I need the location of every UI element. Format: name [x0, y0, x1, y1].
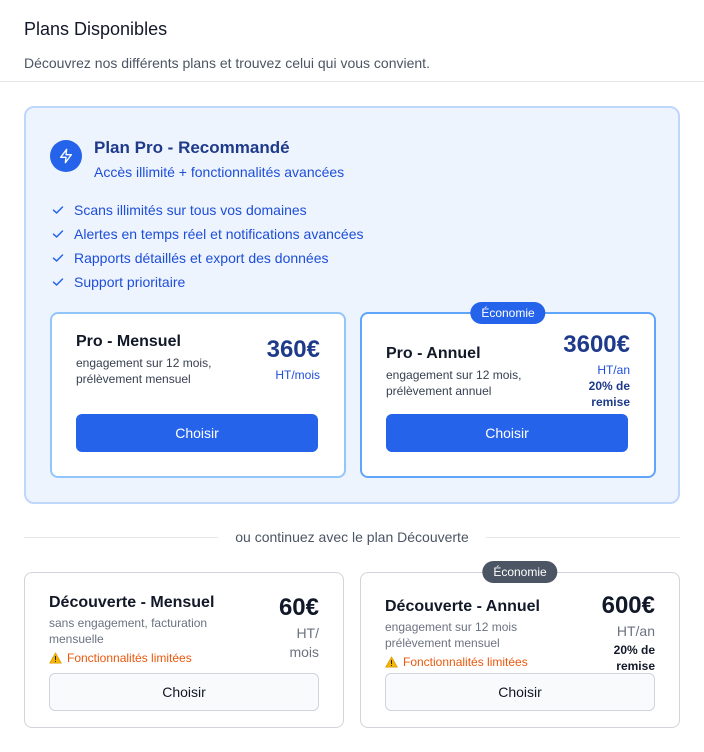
choose-discovery-monthly-button[interactable]: Choisir	[49, 673, 319, 711]
feature-label: Rapports détaillés et export des données	[74, 250, 329, 266]
plan-price: 3600€	[563, 331, 630, 358]
feature-label: Scans illimités sur tous vos domaines	[74, 202, 307, 218]
limited-features-warning: Fonctionnalités limitées	[49, 650, 192, 666]
choose-pro-annual-button[interactable]: Choisir	[386, 414, 628, 452]
warning-icon	[49, 652, 62, 664]
plan-discount: 20% de remise	[613, 643, 655, 673]
feature-item: Alertes en temps réel et notifications a…	[52, 222, 364, 246]
pro-monthly-card: Pro - Mensuel engagement sur 12 mois, pr…	[50, 312, 346, 478]
discovery-annual-card: Économie Découverte - Annuel engagement …	[360, 561, 680, 728]
check-icon	[52, 276, 64, 288]
plan-price-unit: HT/ mois	[289, 625, 319, 660]
feature-item: Rapports détaillés et export des données	[52, 246, 364, 270]
plan-name: Découverte - Annuel	[385, 598, 540, 615]
pro-annual-card: Économie Pro - Annuel engagement sur 12 …	[360, 302, 656, 478]
limited-features-warning: Fonctionnalités limitées	[385, 654, 528, 670]
plan-price: 60€	[278, 594, 319, 621]
plan-price: 600€	[601, 592, 655, 619]
plan-price: 360€	[266, 336, 320, 363]
page-subtitle: Découvrez nos différents plans et trouve…	[24, 55, 430, 71]
pro-plan-section: Plan Pro - Recommandé Accès illimité + f…	[24, 106, 680, 504]
feature-item: Support prioritaire	[52, 270, 364, 294]
plan-discount: 20% de remise	[588, 379, 630, 409]
bolt-icon	[50, 140, 82, 172]
check-icon	[52, 228, 64, 240]
plan-name: Pro - Annuel	[386, 345, 481, 362]
divider-line	[486, 537, 680, 538]
plan-price-unit: HT/mois	[275, 368, 320, 382]
discovery-monthly-card: Découverte - Mensuel sans engagement, fa…	[24, 572, 344, 728]
plan-description: sans engagement, facturation mensuelle	[49, 616, 208, 646]
feature-label: Support prioritaire	[74, 274, 186, 290]
section-divider: ou continuez avec le plan Découverte	[24, 527, 680, 547]
warning-text: Fonctionnalités limitées	[67, 651, 192, 665]
page-title: Plans Disponibles	[24, 19, 168, 39]
plan-description: engagement sur 12 mois, prélèvement annu…	[386, 368, 522, 398]
plan-description: engagement sur 12 mois prélèvement mensu…	[385, 620, 518, 650]
feature-item: Scans illimités sur tous vos domaines	[52, 198, 364, 222]
plan-name: Pro - Mensuel	[76, 333, 181, 350]
feature-label: Alertes en temps réel et notifications a…	[74, 226, 364, 242]
pro-plan-title: Plan Pro - Recommandé	[94, 138, 290, 157]
check-icon	[52, 204, 64, 216]
warning-text: Fonctionnalités limitées	[403, 655, 528, 669]
savings-badge: Économie	[470, 302, 546, 324]
plan-price-unit: HT/an	[597, 363, 630, 377]
choose-discovery-annual-button[interactable]: Choisir	[385, 673, 655, 711]
plan-description: engagement sur 12 mois, prélèvement mens…	[76, 356, 212, 386]
page-header: Plans Disponibles Découvrez nos différen…	[0, 0, 704, 82]
pro-plan-subtitle: Accès illimité + fonctionnalités avancée…	[94, 164, 345, 180]
plan-name: Découverte - Mensuel	[49, 594, 215, 611]
plan-price-unit: HT/an	[616, 623, 655, 639]
pro-feature-list: Scans illimités sur tous vos domaines Al…	[52, 198, 364, 294]
warning-icon	[385, 656, 398, 668]
savings-badge: Économie	[482, 561, 558, 583]
choose-pro-monthly-button[interactable]: Choisir	[76, 414, 318, 452]
check-icon	[52, 252, 64, 264]
